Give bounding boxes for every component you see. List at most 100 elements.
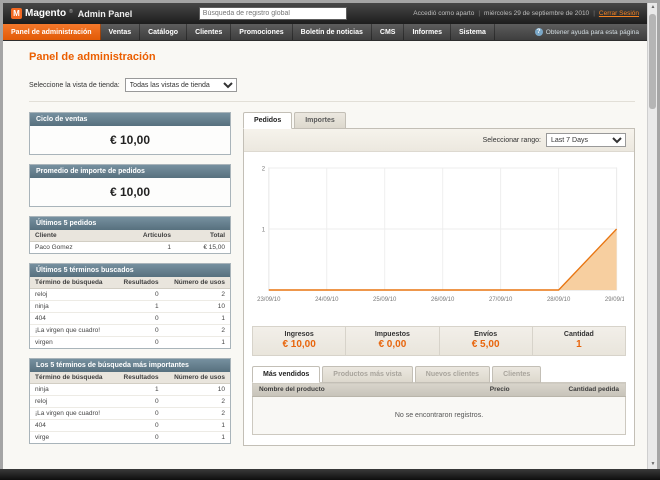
nav-item-ventas[interactable]: Ventas	[101, 24, 141, 40]
dashboard-left-column: Ciclo de ventas € 10,00 Promedio de impo…	[29, 112, 231, 453]
last-search-cell: reloj	[30, 288, 115, 301]
last-search-row[interactable]: virgen 0 1	[30, 337, 230, 349]
top-search-cell: 1	[114, 383, 164, 396]
last-search-row[interactable]: 404 0 1	[30, 312, 230, 325]
last-search-cell: 0	[154, 339, 159, 346]
header-user-area: Accedió como aparto | miércoles 29 de se…	[413, 10, 639, 17]
top-search-cell: 2	[163, 407, 230, 420]
box-title: Ciclo de ventas	[30, 113, 230, 126]
bottom-bar	[0, 469, 660, 480]
average-orders-box: Promedio de importe de pedidos € 10,00	[29, 164, 231, 207]
svg-text:29/09/10: 29/09/10	[605, 296, 624, 303]
range-select[interactable]: Last 7 Days	[546, 133, 626, 147]
magento-logo-icon: M	[11, 8, 22, 19]
scrollbar[interactable]: ▲ ▼	[647, 3, 657, 469]
top-search-row[interactable]: 404 0 1	[30, 419, 230, 432]
stat-label: Impuestos	[374, 331, 410, 338]
nav-item-informes[interactable]: Informes	[404, 24, 452, 40]
products-tabs: Más vendidos Productos más vista Nuevos cl…	[252, 366, 626, 383]
scroll-down-arrow[interactable]: ▼	[648, 460, 658, 469]
stat-value: € 0,00	[378, 339, 407, 350]
orders-cell: Paco Gomez	[35, 244, 73, 251]
box-title: Promedio de importe de pedidos	[30, 165, 230, 178]
orders-panel: Seleccionar rango: Last 7 Days 23/09/10 2…	[243, 128, 635, 446]
top-search-cell: 404	[30, 419, 115, 432]
stat-cantidad: Cantidad 1	[531, 327, 625, 355]
store-switcher: Seleccione la vista de tienda: Todas las…	[29, 73, 635, 102]
tab-clientes[interactable]: Clientes	[492, 366, 542, 383]
admin-header: M Magento ® Admin Panel Accedió como apa…	[3, 3, 647, 24]
box-title: Últimos 5 términos buscados	[30, 264, 230, 277]
tab-productos-m-s-vista[interactable]: Productos más vista	[322, 366, 413, 383]
stat-value: 1	[576, 339, 582, 350]
tab-m-s-vendidos[interactable]: Más vendidos	[252, 366, 321, 383]
last-search-cell: 1	[114, 300, 164, 313]
scroll-up-arrow[interactable]: ▲	[648, 3, 658, 12]
products-grid-wrap: Nombre del producto Precio Cantidad pedida…	[252, 382, 626, 435]
last-search-terms-box: Últimos 5 términos buscados Término de b…	[29, 263, 231, 349]
current-date: miércoles 29 de septiembre de 2010	[484, 10, 590, 17]
nav-item-cat-logo[interactable]: Catálogo	[140, 24, 188, 40]
top-search-row[interactable]: ninja 1 10	[30, 383, 230, 396]
average-orders-value: € 10,00	[30, 178, 230, 206]
stat-label: Cantidad	[563, 331, 594, 338]
top-search-cell: 1	[221, 434, 225, 441]
last-search-cell: 2	[163, 288, 230, 301]
separator: |	[478, 10, 481, 17]
last-search-cell: 1	[163, 312, 230, 325]
svg-text:23/09/10: 23/09/10	[257, 296, 281, 303]
box-title: Los 5 términos de búsqueda más important…	[30, 359, 230, 372]
top-search-cell: ninja	[30, 383, 115, 396]
store-view-select[interactable]: Todas las vistas de tienda	[124, 78, 237, 92]
top-search-row[interactable]: virge 0 1	[30, 432, 230, 444]
svg-text:1: 1	[262, 226, 266, 233]
svg-text:27/09/10: 27/09/10	[489, 296, 513, 303]
orders-row[interactable]: Paco Gomez 1 € 15,00	[30, 242, 230, 254]
last-search-row[interactable]: ¡La virgen que cuadro! 0 2	[30, 324, 230, 337]
stat-impuestos: Impuestos € 0,00	[345, 327, 438, 355]
magento-logo[interactable]: M Magento ® Admin Panel	[11, 8, 132, 19]
range-label: Seleccionar rango:	[482, 136, 541, 144]
top-search-terms-box: Los 5 términos de búsqueda más important…	[29, 358, 231, 444]
tab-nuevos-clientes[interactable]: Nuevos clientes	[414, 366, 491, 383]
nav-item-cms[interactable]: CMS	[372, 24, 405, 40]
stat-env-os: Envíos € 5,00	[438, 327, 532, 355]
nav-item-promociones[interactable]: Promociones	[231, 24, 293, 40]
top-search-table: Término de búsqueda Resultados Número de u…	[30, 372, 230, 443]
nav-item-sistema[interactable]: Sistema	[451, 24, 495, 40]
scrollbar-thumb[interactable]	[649, 14, 656, 109]
page-help-link[interactable]: ? Obtener ayuda para esta página	[534, 24, 639, 40]
box-title: Últimos 5 pedidos	[30, 217, 230, 230]
logout-link[interactable]: Cerrar Sesión	[599, 10, 639, 17]
products-column-header: Nombre del producto	[252, 382, 484, 397]
global-search-input[interactable]	[198, 7, 347, 20]
content-area: Panel de administración Seleccione la vi…	[3, 41, 647, 461]
nav-item-bolet-n-de-noticias[interactable]: Boletín de noticias	[293, 24, 372, 40]
lifetime-sales-box: Ciclo de ventas € 10,00	[29, 112, 231, 155]
nav-item-clientes[interactable]: Clientes	[187, 24, 232, 40]
top-search-column-header: Número de usos	[163, 372, 230, 384]
top-search-row[interactable]: ¡La virgen que cuadro! 0 2	[30, 407, 230, 420]
logged-in-as: Accedió como aparto	[413, 10, 475, 17]
top-search-cell: 0	[154, 434, 159, 441]
range-bar: Seleccionar rango: Last 7 Days	[244, 129, 634, 152]
last-search-row[interactable]: reloj 0 2	[30, 288, 230, 301]
store-view-label: Seleccione la vista de tienda:	[29, 81, 120, 89]
svg-text:26/09/10: 26/09/10	[431, 296, 455, 303]
top-search-cell: 1	[163, 419, 230, 432]
last-orders-table: Cliente Artículos Total Paco Gomez 1 € 15,00	[30, 230, 230, 253]
tab-importes[interactable]: Importes	[294, 112, 346, 129]
svg-text:2: 2	[262, 165, 266, 172]
last-search-column-header: Resultados	[114, 277, 164, 289]
stat-label: Ingresos	[284, 331, 314, 338]
orders-column-header: Artículos	[111, 230, 177, 242]
top-search-cell: reloj	[30, 395, 115, 408]
top-search-cell: 2	[163, 395, 230, 408]
logo-text: Magento	[25, 8, 67, 19]
top-search-row[interactable]: reloj 0 2	[30, 395, 230, 408]
nav-item-panel-de-administraci-n[interactable]: Panel de administración	[3, 24, 101, 40]
last-search-cell: virgen	[35, 339, 53, 346]
orders-chart: 23/09/10 24/09/10 25/09/10 26/09/10 27/09/10…	[257, 165, 624, 303]
tab-pedidos[interactable]: Pedidos	[243, 112, 293, 129]
last-search-row[interactable]: ninja 1 10	[30, 300, 230, 313]
